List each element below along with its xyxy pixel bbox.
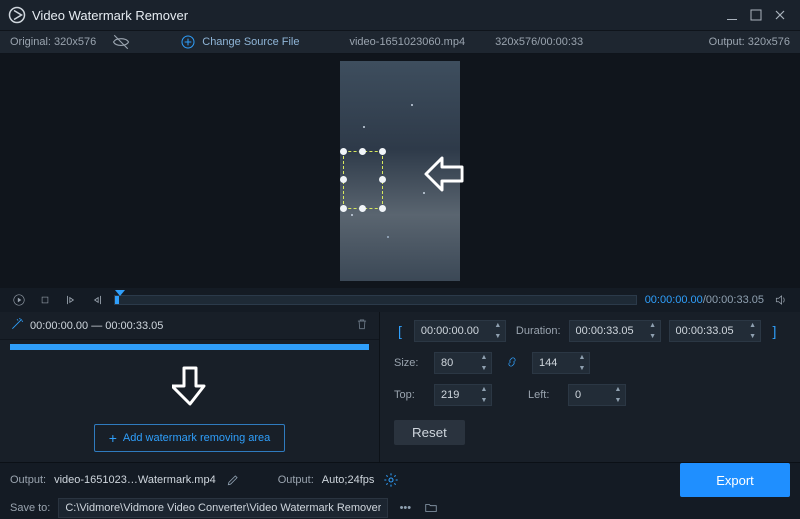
spin-down[interactable]: ▼ [575,363,589,374]
annotation-arrow-left-icon [422,154,800,194]
handle-mid-right[interactable] [379,176,386,183]
top-label: Top: [394,389,426,401]
preview-toggle-icon[interactable] [112,33,130,51]
spin-down[interactable]: ▼ [646,331,660,342]
volume-button[interactable] [772,291,790,309]
size-label: Size: [394,357,426,369]
selection-box[interactable] [343,151,383,209]
source-res-duration: 320x576/00:00:33 [495,36,583,48]
output-settings-icon[interactable] [382,471,400,489]
set-out-button[interactable] [88,291,106,309]
source-filename: video-1651023060.mp4 [349,36,465,48]
handle-top-left[interactable] [340,148,347,155]
saveto-more-icon[interactable]: ••• [396,499,414,517]
titlebar: Video Watermark Remover [0,0,800,30]
parameters-panel: [ ▲▼ Duration: ▲▼ ▲▼ ] Size: ▲▼ [380,312,800,462]
bracket-out-icon[interactable]: ] [769,323,781,339]
plus-icon: + [109,431,117,445]
aspect-lock-icon[interactable] [500,356,524,371]
left-label: Left: [528,389,560,401]
close-button[interactable] [768,3,792,27]
spin-up[interactable]: ▲ [611,384,625,395]
handle-top-right[interactable] [379,148,386,155]
size-height-field[interactable]: ▲▼ [532,352,590,374]
set-in-button[interactable] [62,291,80,309]
spin-up[interactable]: ▲ [477,384,491,395]
bracket-in-icon[interactable]: [ [394,323,406,339]
timeline-scrubber[interactable] [114,295,637,305]
controls-panel: 00:00:00.00 — 00:00:33.05 + Add watermar… [0,312,800,462]
output-format-value: Auto;24fps [322,474,375,486]
spin-down[interactable]: ▼ [477,395,491,406]
output-res: Output: 320x576 [709,36,790,48]
open-folder-icon[interactable] [422,499,440,517]
bottom-bar: Output: video-1651023…Watermark.mp4 Outp… [0,462,800,519]
saveto-path-input[interactable] [58,498,388,518]
segment-header: 00:00:00.00 — 00:00:33.05 [0,312,379,340]
plus-circle-icon [180,34,196,50]
timecode: 00:00:00.00/00:00:33.05 [645,294,764,306]
left-field[interactable]: ▲▼ [568,384,626,406]
handle-bot-left[interactable] [340,205,347,212]
spin-up[interactable]: ▲ [491,320,505,331]
output-filename: video-1651023…Watermark.mp4 [54,474,216,486]
handle-bot-right[interactable] [379,205,386,212]
duration-label: Duration: [514,325,561,337]
spin-up[interactable]: ▲ [746,320,760,331]
change-source-button[interactable]: Change Source File [180,34,299,50]
spin-up[interactable]: ▲ [646,320,660,331]
video-preview[interactable] [0,54,800,288]
playback-bar: 00:00:00.00/00:00:33.05 [0,288,800,312]
edit-output-name-icon[interactable] [224,471,242,489]
app-logo-icon [8,6,26,24]
segment-range: 00:00:00.00 — 00:00:33.05 [30,320,163,332]
add-watermark-area-button[interactable]: + Add watermark removing area [94,424,286,452]
timeline-playhead[interactable] [115,296,119,304]
spin-down[interactable]: ▼ [491,331,505,342]
play-button[interactable] [10,291,28,309]
original-res: Original: 320x576 [10,36,96,48]
infobar: Original: 320x576 Change Source File vid… [0,30,800,54]
size-width-field[interactable]: ▲▼ [434,352,492,374]
spin-down[interactable]: ▼ [611,395,625,406]
handle-bot-mid[interactable] [359,205,366,212]
output-format-label: Output: [278,474,314,486]
export-button[interactable]: Export [680,463,790,497]
minimize-button[interactable] [720,3,744,27]
spin-up[interactable]: ▲ [477,352,491,363]
delete-segment-button[interactable] [355,317,369,334]
spin-down[interactable]: ▼ [477,363,491,374]
stop-button[interactable] [36,291,54,309]
annotation-arrow-down-icon [172,366,208,409]
maximize-button[interactable] [744,3,768,27]
wand-icon [10,317,24,334]
output-file-label: Output: [10,474,46,486]
in-time-field[interactable]: ▲▼ [414,320,506,342]
spin-up[interactable]: ▲ [575,352,589,363]
spin-down[interactable]: ▼ [746,331,760,342]
top-field[interactable]: ▲▼ [434,384,492,406]
reset-button[interactable]: Reset [394,420,465,445]
saveto-label: Save to: [10,502,50,514]
duration-field[interactable]: ▲▼ [569,320,661,342]
out-time-field[interactable]: ▲▼ [669,320,761,342]
handle-mid-left[interactable] [340,176,347,183]
segments-panel: 00:00:00.00 — 00:00:33.05 + Add watermar… [0,312,380,462]
app-title: Video Watermark Remover [32,8,188,23]
handle-top-mid[interactable] [359,148,366,155]
